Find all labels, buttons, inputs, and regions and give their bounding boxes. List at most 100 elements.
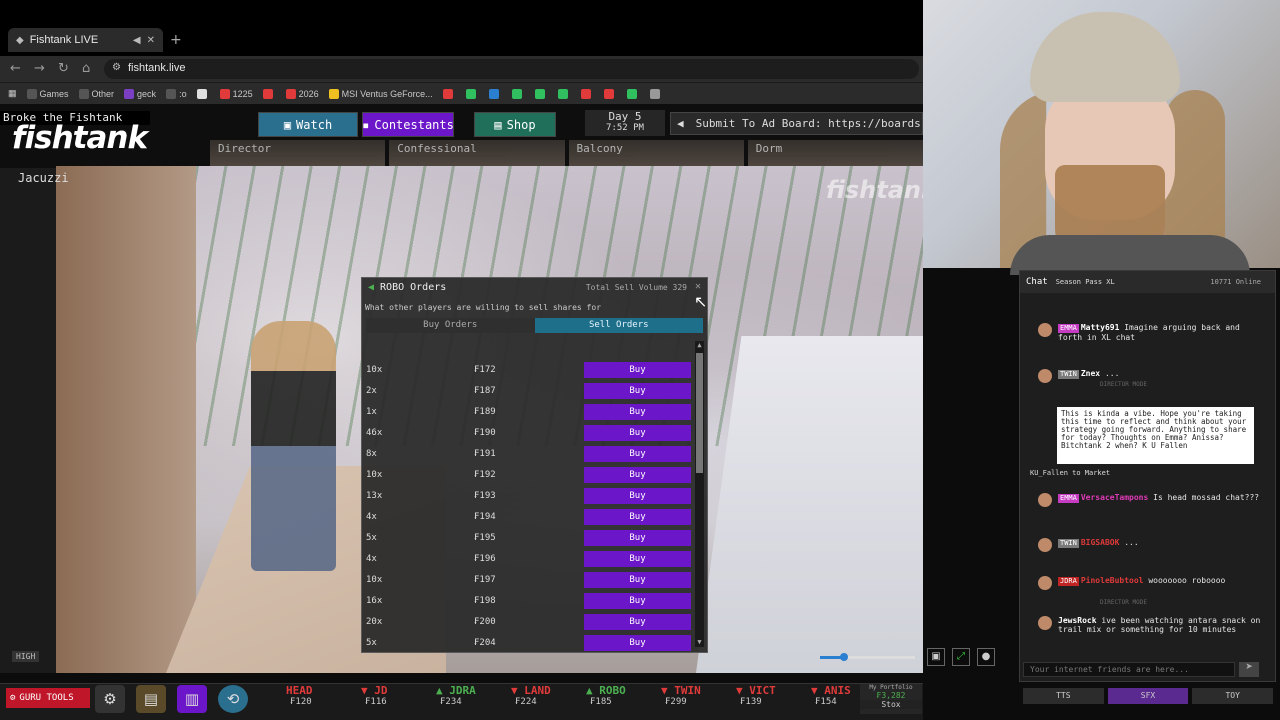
close-tab-icon[interactable]: ✕: [147, 35, 155, 46]
bookmark-7[interactable]: 2026: [285, 88, 319, 99]
bookmark-18[interactable]: [649, 88, 663, 99]
avatar[interactable]: [1038, 538, 1052, 552]
bookmark-6[interactable]: [262, 88, 276, 99]
chat-username[interactable]: Matty691: [1081, 323, 1120, 332]
scroll-thumb[interactable]: [696, 353, 703, 473]
quality-badge[interactable]: HIGH: [12, 651, 40, 662]
fullscreen-icon[interactable]: ⤢: [952, 648, 970, 666]
bookmark-11[interactable]: [488, 88, 502, 99]
buy-button[interactable]: Buy: [584, 551, 691, 567]
thumb-director[interactable]: Director: [210, 140, 386, 166]
avatar[interactable]: [1038, 616, 1052, 630]
chat-username[interactable]: BIGSABOK: [1081, 538, 1120, 547]
buy-button[interactable]: Buy: [584, 572, 691, 588]
bookmark-15[interactable]: [580, 88, 594, 99]
contestants-button[interactable]: ▪ Contestants: [362, 112, 454, 137]
chat-username[interactable]: VersaceTampons: [1081, 493, 1148, 502]
buy-button[interactable]: Buy: [584, 530, 691, 546]
bookmark-17[interactable]: [626, 88, 640, 99]
ticker-vict[interactable]: ▼ VICT ₣139: [736, 684, 811, 707]
inventory-icon[interactable]: ▤: [136, 685, 166, 713]
send-icon[interactable]: ➤: [1239, 662, 1259, 677]
ticker-head[interactable]: HEAD ₣120: [286, 684, 361, 707]
ad-board-ticker[interactable]: ◀ Submit To Ad Board: https://boards.fis…: [670, 112, 923, 135]
buy-button[interactable]: Buy: [584, 404, 691, 420]
avatar[interactable]: [1038, 323, 1052, 337]
toy-button[interactable]: TOY: [1192, 688, 1274, 704]
mission-icon[interactable]: ⟲: [218, 685, 248, 713]
chat-mode[interactable]: Season Pass XL: [1056, 278, 1115, 286]
bookmark-5[interactable]: 1225: [219, 88, 253, 99]
buy-button[interactable]: Buy: [584, 593, 691, 609]
arrow-left-icon[interactable]: ◀: [677, 117, 684, 130]
bookmark-0[interactable]: Games: [26, 88, 69, 99]
ticker-jdra[interactable]: ▲ JDRA ₣234: [436, 684, 511, 707]
guru-tools-button[interactable]: ⚙ GURU TOOLS: [6, 688, 90, 708]
forward-icon[interactable]: →: [34, 61, 45, 76]
volume-knob[interactable]: [839, 653, 848, 661]
chat-username[interactable]: PinoleBubtool: [1081, 576, 1144, 585]
bookmark-3[interactable]: :o: [166, 88, 187, 99]
buy-button[interactable]: Buy: [584, 509, 691, 525]
buy-button[interactable]: Buy: [584, 425, 691, 441]
market-icon[interactable]: ▥: [177, 685, 207, 713]
buy-button[interactable]: Buy: [584, 362, 691, 378]
home-icon[interactable]: ⌂: [82, 61, 90, 76]
bookmark-8[interactable]: MSI Ventus GeForce...: [328, 88, 433, 99]
settings-icon[interactable]: ⚙: [95, 685, 125, 713]
bookmark-13[interactable]: [534, 88, 548, 99]
bookmark-9[interactable]: [442, 88, 456, 99]
shop-button[interactable]: ▤ Shop: [474, 112, 556, 137]
ticker-robo[interactable]: ▲ ROBO ₣185: [586, 684, 661, 707]
watch-button[interactable]: ▣ Watch: [258, 112, 358, 137]
volume-slider[interactable]: [820, 653, 915, 661]
url-field[interactable]: ⚙ fishtank.live: [104, 59, 919, 79]
buy-button[interactable]: Buy: [584, 467, 691, 483]
bookmark-16[interactable]: [603, 88, 617, 99]
portfolio-widget[interactable]: My Portfolio ₣3,282 Stox: [860, 684, 922, 714]
fishtank-logo[interactable]: fishtank: [12, 120, 148, 156]
thumb-dorm[interactable]: Dorm: [747, 140, 923, 166]
new-tab-icon[interactable]: +: [170, 32, 182, 48]
thumb-confessional[interactable]: Confessional: [389, 140, 565, 166]
buy-button[interactable]: Buy: [584, 383, 691, 399]
bookmark-14[interactable]: [557, 88, 571, 99]
avatar[interactable]: [1038, 493, 1052, 507]
chat-input[interactable]: Your internet friends are here...: [1023, 662, 1235, 677]
ticker-twin[interactable]: ▼ TWIN ₣299: [661, 684, 736, 707]
chat-username[interactable]: JewsRock: [1058, 616, 1097, 625]
record-icon[interactable]: ●: [977, 648, 995, 666]
bookmark-1[interactable]: Other: [78, 88, 114, 99]
buy-button[interactable]: Buy: [584, 614, 691, 630]
browser-tab[interactable]: ◆ Fishtank LIVE ◀ ✕: [8, 28, 163, 52]
avatar[interactable]: [1038, 369, 1052, 383]
avatar[interactable]: [1038, 576, 1052, 590]
buy-button[interactable]: Buy: [584, 635, 691, 651]
tab-sell-orders[interactable]: Sell Orders: [534, 318, 703, 333]
ticker-land[interactable]: ▼ LAND ₣224: [511, 684, 586, 707]
ticker-jd[interactable]: ▼ JD ₣116: [361, 684, 436, 707]
bookmark-10[interactable]: [465, 88, 479, 99]
close-icon[interactable]: ✕: [695, 281, 701, 292]
apps-icon[interactable]: ▦: [8, 88, 17, 99]
chat-username[interactable]: Znex: [1081, 369, 1100, 378]
tts-button[interactable]: TTS: [1023, 688, 1104, 704]
theater-mode-icon[interactable]: ▣: [927, 648, 945, 666]
bookmark-4[interactable]: [196, 88, 210, 99]
stox-button[interactable]: Stox: [860, 700, 922, 709]
buy-button[interactable]: Buy: [584, 488, 691, 504]
thumb-balcony[interactable]: Balcony: [568, 140, 744, 166]
speaker-icon[interactable]: ◀: [133, 35, 141, 46]
orders-scrollbar[interactable]: ▲ ▼: [695, 341, 704, 647]
site-info-icon[interactable]: ⚙: [112, 62, 121, 73]
tab-buy-orders[interactable]: Buy Orders: [366, 318, 535, 333]
reload-icon[interactable]: ↻: [58, 61, 69, 76]
back-arrow-icon[interactable]: ◀: [368, 282, 374, 293]
buy-button[interactable]: Buy: [584, 446, 691, 462]
back-icon[interactable]: ←: [10, 61, 21, 76]
scroll-down-icon[interactable]: ▼: [695, 638, 704, 647]
bookmark-2[interactable]: geck: [124, 88, 156, 99]
sfx-button[interactable]: SFX: [1107, 688, 1189, 704]
scroll-up-icon[interactable]: ▲: [695, 341, 704, 350]
bookmark-12[interactable]: [511, 88, 525, 99]
